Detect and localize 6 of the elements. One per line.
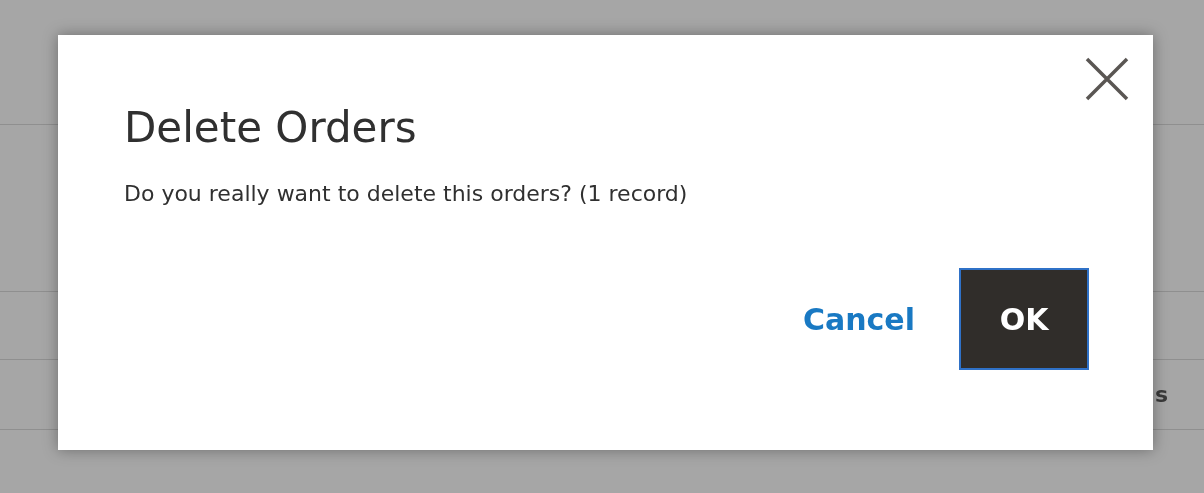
column-header-text: s (1154, 381, 1168, 409)
cancel-link[interactable]: Cancel (802, 296, 915, 342)
ok-button[interactable]: OK (959, 268, 1089, 371)
dialog-message: Do you really want to delete this orders? (1 record) (124, 180, 689, 209)
close-icon[interactable] (1085, 57, 1129, 101)
dialog-title: Delete Orders (124, 103, 418, 154)
